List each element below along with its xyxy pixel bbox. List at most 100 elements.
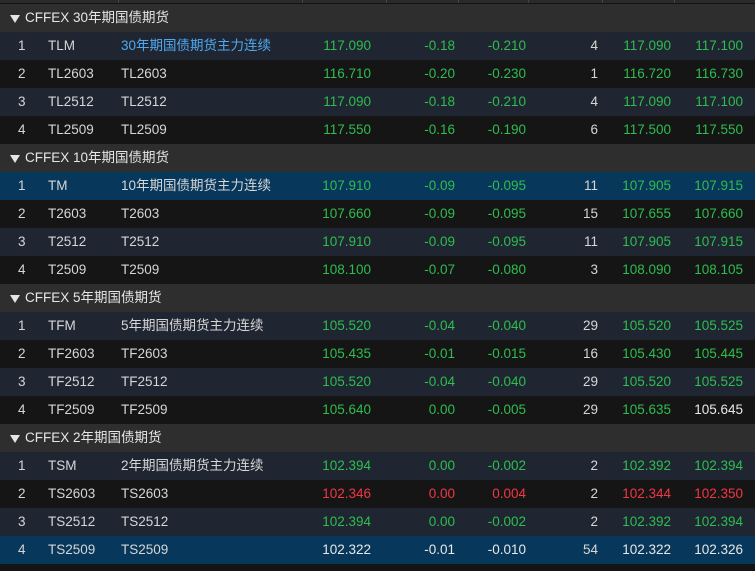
- contract-code: T2603: [48, 206, 87, 221]
- change-percent: -0.002: [487, 458, 526, 473]
- volume: 2: [590, 514, 598, 529]
- quote-row[interactable]: 4 TF2509 TF2509 105.640 0.00 -0.005 29 105.635 1…: [0, 396, 755, 424]
- price-change: -0.04: [424, 374, 455, 389]
- price-change: -0.01: [424, 346, 455, 361]
- column-divider[interactable]: [118, 0, 119, 3]
- quote-row[interactable]: 2 TS2603 TS2603 102.346 0.00 0.004 2 102.344 102…: [0, 480, 755, 508]
- volume: 4: [590, 94, 598, 109]
- bid-price: 105.520: [622, 318, 671, 333]
- volume: 11: [583, 178, 598, 193]
- column-divider[interactable]: [386, 0, 387, 3]
- contract-code: TS2603: [48, 486, 96, 501]
- change-percent: -0.210: [487, 94, 526, 109]
- change-percent: -0.015: [487, 346, 526, 361]
- collapse-triangle-icon[interactable]: [10, 154, 20, 163]
- bid-price: 117.090: [623, 94, 671, 109]
- ask-price: 117.100: [695, 94, 743, 109]
- price-change: -0.09: [424, 178, 455, 193]
- group-title: CFFEX 10年期国债期货: [25, 150, 170, 165]
- bid-price: 105.635: [622, 402, 671, 417]
- volume: 29: [582, 318, 598, 333]
- last-price: 107.660: [322, 206, 371, 221]
- price-change: 0.00: [428, 486, 455, 501]
- bid-price: 108.090: [622, 262, 671, 277]
- contract-name: TF2509: [121, 402, 168, 417]
- ask-price: 102.350: [694, 486, 743, 501]
- quote-row[interactable]: 2 T2603 T2603 107.660 -0.09 -0.095 15 107.655 10…: [0, 200, 755, 228]
- ask-price: 105.525: [694, 374, 743, 389]
- last-price: 117.090: [323, 94, 371, 109]
- quote-row[interactable]: 1 TSM 2年期国债期货主力连续 102.394 0.00 -0.002 2 102.392…: [0, 452, 755, 480]
- column-divider[interactable]: [674, 0, 675, 3]
- volume: 4: [590, 38, 598, 53]
- contract-name: T2509: [121, 262, 160, 277]
- quote-row[interactable]: 4 TS2509 TS2509 102.322 -0.01 -0.010 54 102.322…: [0, 536, 755, 564]
- volume: 6: [590, 122, 598, 137]
- bid-price: 102.344: [622, 486, 671, 501]
- column-header-strip: [0, 0, 755, 3]
- column-divider[interactable]: [602, 0, 603, 3]
- quote-row[interactable]: 3 TL2512 TL2512 117.090 -0.18 -0.210 4 117.090 1…: [0, 88, 755, 116]
- quote-row[interactable]: 4 T2509 T2509 108.100 -0.07 -0.080 3 108.090 108…: [0, 256, 755, 284]
- price-change: -0.07: [424, 262, 455, 277]
- column-divider[interactable]: [302, 0, 303, 3]
- price-change: -0.20: [424, 66, 455, 81]
- collapse-triangle-icon[interactable]: [10, 14, 20, 23]
- price-change: 0.00: [428, 402, 455, 417]
- quote-row[interactable]: 1 TM 10年期国债期货主力连续 107.910 -0.09 -0.095 11 107.9…: [0, 172, 755, 200]
- column-divider[interactable]: [458, 0, 459, 3]
- bid-price: 102.392: [622, 458, 671, 473]
- quote-row[interactable]: 2 TL2603 TL2603 116.710 -0.20 -0.230 1 116.720 1…: [0, 60, 755, 88]
- quote-row[interactable]: 3 TS2512 TS2512 102.394 0.00 -0.002 2 102.392 10…: [0, 508, 755, 536]
- ask-price: 105.525: [694, 318, 743, 333]
- contract-code: TL2512: [48, 94, 94, 109]
- column-divider[interactable]: [528, 0, 529, 3]
- ask-price: 116.730: [695, 66, 743, 81]
- group-header[interactable]: CFFEX 5年期国债期货: [0, 284, 755, 312]
- group-header[interactable]: CFFEX 30年期国债期货: [0, 4, 755, 32]
- contract-name: TS2512: [121, 514, 169, 529]
- last-price: 102.394: [322, 514, 371, 529]
- quote-row[interactable]: 3 TF2512 TF2512 105.520 -0.04 -0.040 29 105.520…: [0, 368, 755, 396]
- bid-price: 107.905: [622, 234, 671, 249]
- row-index: 1: [18, 318, 26, 333]
- bid-price: 102.322: [622, 542, 671, 557]
- contract-name: TF2603: [121, 346, 168, 361]
- quote-row[interactable]: 3 T2512 T2512 107.910 -0.09 -0.095 11 107.905 10…: [0, 228, 755, 256]
- group-header[interactable]: CFFEX 10年期国债期货: [0, 144, 755, 172]
- quote-row[interactable]: 2 TF2603 TF2603 105.435 -0.01 -0.015 16 105.430…: [0, 340, 755, 368]
- row-index: 2: [18, 66, 26, 81]
- collapse-triangle-icon[interactable]: [10, 434, 20, 443]
- price-change: -0.16: [424, 122, 455, 137]
- volume: 16: [582, 346, 598, 361]
- last-price: 105.640: [322, 402, 371, 417]
- volume: 29: [582, 402, 598, 417]
- volume: 54: [582, 542, 598, 557]
- contract-name: TL2509: [121, 122, 167, 137]
- quote-list: CFFEX 30年期国债期货 1 TLM 30年期国债期货主力连续 117.090 -0.…: [0, 4, 755, 564]
- row-index: 4: [18, 262, 26, 277]
- contract-code: TLM: [48, 38, 75, 53]
- price-change: -0.09: [424, 234, 455, 249]
- collapse-triangle-icon[interactable]: [10, 294, 20, 303]
- ask-price: 107.660: [694, 206, 743, 221]
- last-price: 102.346: [322, 486, 371, 501]
- last-price: 102.394: [322, 458, 371, 473]
- ask-price: 102.394: [694, 458, 743, 473]
- change-percent: -0.230: [487, 66, 526, 81]
- volume: 2: [590, 458, 598, 473]
- last-price: 102.322: [322, 542, 371, 557]
- price-change: -0.18: [424, 94, 455, 109]
- quote-row[interactable]: 4 TL2509 TL2509 117.550 -0.16 -0.190 6 117.500 1…: [0, 116, 755, 144]
- ask-price: 107.915: [694, 178, 743, 193]
- volume: 15: [582, 206, 598, 221]
- row-index: 2: [18, 206, 26, 221]
- quote-row[interactable]: 1 TFM 5年期国债期货主力连续 105.520 -0.04 -0.040 29 105.5…: [0, 312, 755, 340]
- ask-price: 105.645: [694, 402, 743, 417]
- bid-price: 117.090: [623, 38, 671, 53]
- contract-code: TF2509: [48, 402, 95, 417]
- contract-code: TF2603: [48, 346, 95, 361]
- quote-row[interactable]: 1 TLM 30年期国债期货主力连续 117.090 -0.18 -0.210 4 117.0…: [0, 32, 755, 60]
- group-header[interactable]: CFFEX 2年期国债期货: [0, 424, 755, 452]
- change-percent: -0.010: [487, 542, 526, 557]
